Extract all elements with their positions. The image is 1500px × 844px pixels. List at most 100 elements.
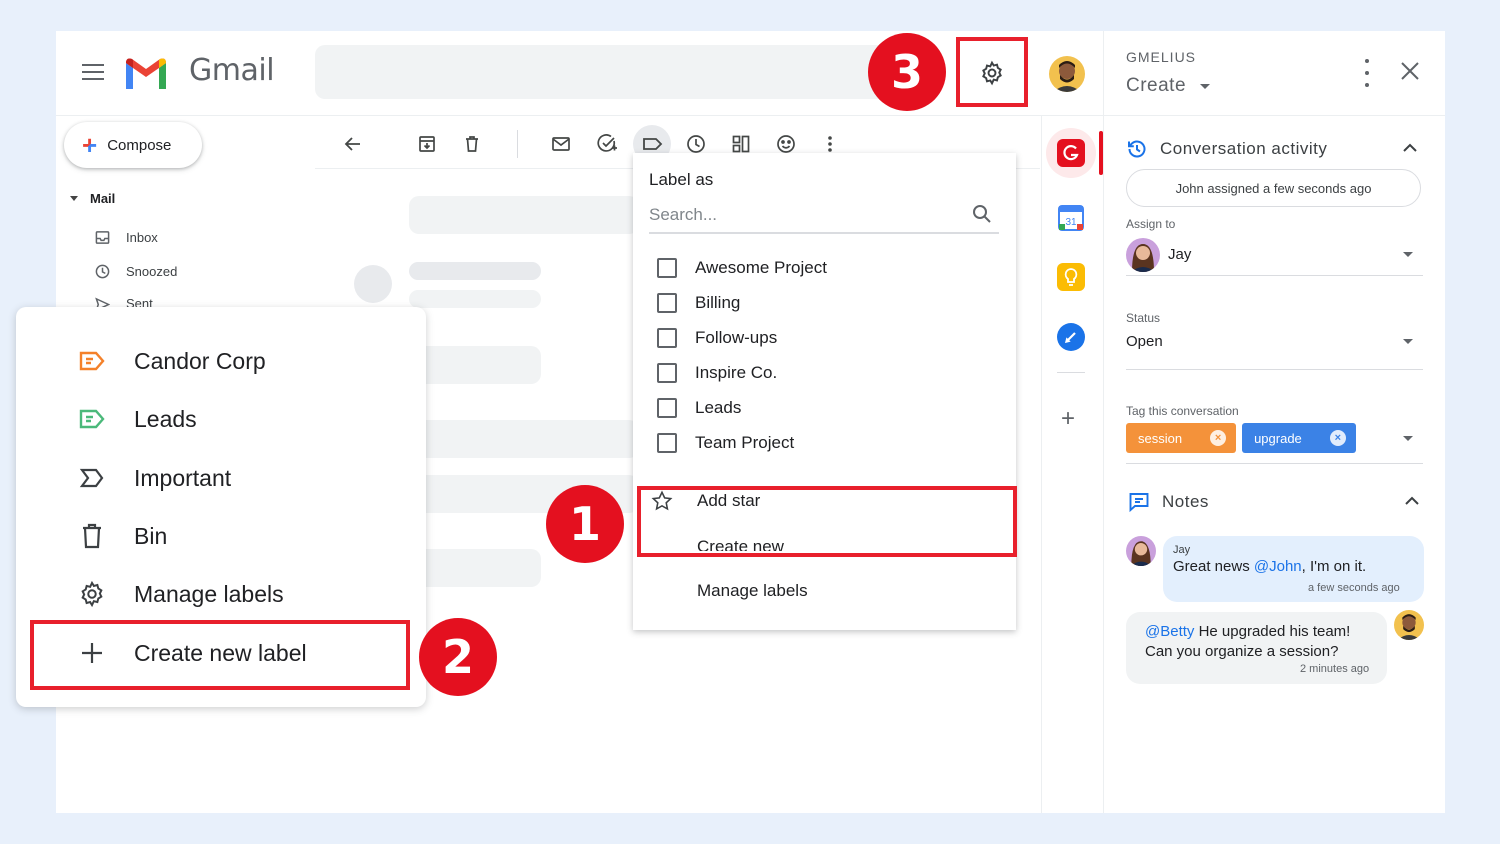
label-item-candor-corp[interactable]: Candor Corp	[78, 347, 266, 375]
close-icon[interactable]	[1399, 60, 1421, 82]
skeleton-bar	[409, 196, 639, 234]
conversation-activity-title: Conversation activity	[1160, 139, 1328, 158]
task-add-icon	[597, 134, 617, 152]
add-app-plus-icon[interactable]: +	[1061, 405, 1075, 433]
header-divider	[56, 115, 1103, 116]
checkbox[interactable]	[657, 293, 677, 313]
tag-chip-session[interactable]: session ×	[1126, 423, 1237, 453]
board-icon	[732, 135, 750, 153]
checkbox[interactable]	[657, 433, 677, 453]
label-item-bin[interactable]: Bin	[78, 522, 167, 550]
skeleton-avatar	[354, 265, 392, 303]
label-option[interactable]: Follow-ups	[657, 328, 777, 348]
tag-select[interactable]: session × upgrade ×	[1126, 423, 1423, 464]
avatar-man-icon	[1394, 610, 1424, 640]
compose-button[interactable]: + Compose	[64, 122, 202, 168]
chevron-up-icon[interactable]	[1404, 496, 1420, 506]
checkbox[interactable]	[657, 363, 677, 383]
add-task-button[interactable]	[594, 131, 620, 157]
calendar-icon: 31	[1058, 205, 1084, 231]
avatar-woman-icon	[1126, 237, 1160, 272]
note-text: @Betty He upgraded his team!	[1145, 622, 1350, 642]
nav-item-snoozed[interactable]: Snoozed	[94, 263, 177, 279]
notes-header[interactable]: Notes	[1128, 491, 1209, 513]
smiley-icon	[777, 135, 795, 153]
caret-down-icon	[1403, 435, 1413, 441]
label-item-leads[interactable]: Leads	[78, 405, 197, 433]
account-avatar[interactable]	[1049, 56, 1085, 92]
label-item-important[interactable]: Important	[78, 464, 231, 492]
create-dropdown[interactable]: Create	[1126, 75, 1211, 97]
clock-icon	[687, 135, 705, 153]
create-label: Create	[1126, 75, 1187, 96]
remove-tag-icon[interactable]: ×	[1329, 430, 1346, 446]
clock-icon	[94, 263, 110, 279]
skeleton-bar	[409, 420, 639, 458]
strip-divider-line	[1041, 116, 1042, 813]
label-option[interactable]: Team Project	[657, 433, 794, 453]
caret-down-icon	[1403, 339, 1413, 344]
label-item-manage-labels[interactable]: Manage labels	[78, 580, 284, 608]
label-option[interactable]: Inspire Co.	[657, 363, 777, 383]
checkbox[interactable]	[657, 328, 677, 348]
note-text-part: , I'm on it.	[1301, 558, 1367, 575]
keep-app-button[interactable]	[1057, 263, 1085, 291]
status-select[interactable]: Open	[1126, 328, 1423, 370]
label-icon	[78, 405, 106, 433]
mark-unread-button[interactable]	[548, 131, 574, 157]
assign-to-label: Assign to	[1126, 217, 1176, 231]
label-option-text: Billing	[695, 293, 741, 312]
checkbox[interactable]	[657, 258, 677, 278]
label-option[interactable]: Awesome Project	[657, 258, 827, 278]
tasks-app-button[interactable]	[1057, 323, 1085, 351]
envelope-icon	[552, 137, 570, 151]
calendar-app-button[interactable]: 31	[1057, 204, 1085, 232]
panel-more-icon[interactable]	[1357, 59, 1377, 87]
mention-link[interactable]: @John	[1254, 558, 1302, 575]
avatar-woman-icon	[1126, 536, 1156, 566]
label-option[interactable]: Billing	[657, 293, 740, 313]
nav-item-sent[interactable]: Sent	[94, 296, 153, 307]
search-icon[interactable]	[971, 203, 993, 225]
label-item-text: Important	[134, 464, 232, 491]
assignee-avatar	[1126, 237, 1160, 272]
gear-icon	[78, 580, 106, 608]
chevron-up-icon[interactable]	[1402, 143, 1418, 153]
label-option-text: Team Project	[695, 433, 795, 452]
step-badge-2: 2	[419, 618, 497, 696]
tag-chip-upgrade[interactable]: upgrade ×	[1242, 423, 1356, 453]
gmelius-app-button[interactable]	[1057, 139, 1085, 167]
toolbar-separator	[517, 130, 518, 158]
label-option[interactable]: Leads	[657, 398, 741, 418]
history-icon	[1128, 140, 1146, 158]
side-panel-header-divider	[1103, 115, 1445, 116]
gmelius-icon	[1063, 145, 1079, 161]
delete-button[interactable]	[459, 131, 485, 157]
archive-button[interactable]	[414, 131, 440, 157]
mail-section-toggle[interactable]: Mail	[70, 191, 115, 206]
note-author: Jay	[1173, 544, 1191, 556]
caret-down-icon	[1200, 83, 1211, 89]
tag-label: Tag this conversation	[1126, 404, 1239, 418]
side-panel-brand: GMELIUS	[1126, 49, 1197, 65]
gmail-logo	[126, 58, 166, 89]
label-search-input[interactable]	[649, 201, 949, 225]
conversation-activity-header[interactable]: Conversation activity	[1126, 138, 1327, 160]
side-panel-border	[1103, 31, 1104, 813]
remove-tag-icon[interactable]: ×	[1210, 430, 1227, 446]
checkbox[interactable]	[657, 398, 677, 418]
skeleton-line	[409, 290, 541, 308]
back-button[interactable]	[340, 131, 366, 157]
mention-link[interactable]: @Betty	[1145, 623, 1194, 640]
mail-search-bar[interactable]	[315, 45, 895, 99]
nav-item-inbox[interactable]: Inbox	[94, 229, 158, 245]
assignee-select[interactable]: Jay	[1126, 234, 1423, 276]
archive-icon	[419, 136, 435, 152]
caret-down-icon	[70, 196, 78, 201]
caret-down-icon	[1403, 252, 1413, 257]
tag-text: upgrade	[1254, 430, 1302, 446]
main-menu-icon[interactable]	[82, 64, 104, 80]
status-label: Status	[1126, 311, 1161, 325]
manage-labels-option[interactable]: Manage labels	[697, 581, 808, 601]
compose-label: Compose	[107, 136, 172, 154]
